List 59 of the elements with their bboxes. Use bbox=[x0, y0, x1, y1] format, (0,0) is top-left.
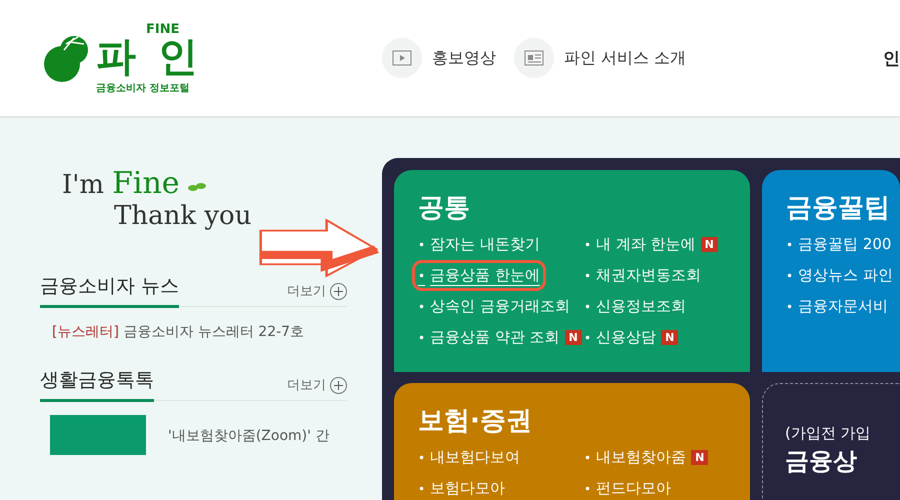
logo-tagline: 금융소비자 정보포털 bbox=[96, 82, 190, 94]
slogan-accent: Fine bbox=[112, 166, 180, 201]
new-badge: N bbox=[691, 450, 708, 465]
bullet-icon: • bbox=[786, 300, 794, 314]
card-title: 금융꿀팁 bbox=[786, 192, 891, 225]
document-icon bbox=[524, 50, 544, 66]
bullet-icon: • bbox=[786, 268, 794, 282]
service-link[interactable]: • 보험다모아 bbox=[418, 479, 506, 498]
plus-icon bbox=[334, 380, 343, 390]
new-badge: N bbox=[700, 237, 718, 252]
service-link[interactable]: • 신용정보조회 bbox=[584, 297, 686, 316]
service-link[interactable]: • 잠자는 내돈찾기 bbox=[418, 235, 540, 254]
bullet-icon: • bbox=[418, 238, 426, 252]
service-link[interactable]: • 영상뉴스 파인 bbox=[786, 266, 893, 285]
nav-link[interactable]: 인 bbox=[883, 46, 900, 70]
bullet-icon: • bbox=[584, 450, 592, 464]
service-link[interactable]: • 채권자변동조회 bbox=[584, 266, 702, 285]
section-title: 생활금융톡톡 bbox=[40, 367, 154, 402]
plus-icon bbox=[334, 286, 343, 296]
bullet-icon: • bbox=[786, 238, 794, 252]
nav-link[interactable]: 파인 서비스 소개 bbox=[514, 38, 686, 78]
service-link[interactable]: • 펀드다모아 bbox=[584, 479, 672, 498]
bullet-icon: • bbox=[584, 482, 592, 496]
logo-wordmark: 파 인 bbox=[96, 36, 202, 76]
service-link[interactable]: • 내보험다보여 bbox=[418, 448, 520, 467]
news-link[interactable]: [뉴스레터] 금융소비자 뉴스레터 22-7호 bbox=[40, 324, 304, 340]
new-badge: N bbox=[564, 330, 582, 345]
promo-title: 금융상 bbox=[785, 446, 858, 477]
service-link[interactable]: • 금융꿀팁 200 bbox=[786, 235, 892, 254]
section-title: 금융소비자 뉴스 bbox=[40, 273, 180, 308]
promo-subtitle: (가입전 가입 bbox=[785, 424, 872, 443]
bullet-icon: • bbox=[584, 300, 592, 314]
bullet-icon: • bbox=[418, 268, 426, 282]
service-link[interactable]: • 내 계좌 한눈에 N bbox=[584, 235, 718, 254]
more-link[interactable]: 더보기 bbox=[287, 282, 347, 306]
bullet-icon: • bbox=[584, 268, 592, 282]
card-title: 보험·증권 bbox=[418, 405, 533, 438]
card-title: 공통 bbox=[418, 192, 471, 225]
play-icon bbox=[392, 50, 412, 66]
bullet-icon: • bbox=[418, 330, 426, 344]
slogan-text: Thank you bbox=[114, 201, 252, 231]
logo-caption: FINE bbox=[146, 22, 180, 36]
service-link[interactable]: • 금융상품 약관 조회 N bbox=[418, 328, 582, 347]
nav-link[interactable]: 홍보영상 bbox=[382, 38, 496, 78]
new-badge: N bbox=[661, 330, 678, 345]
service-link[interactable]: • 금융상품 한눈에 bbox=[418, 266, 540, 285]
bullet-icon: • bbox=[418, 482, 426, 496]
leaf-icon bbox=[188, 181, 206, 193]
bullet-icon: • bbox=[418, 450, 426, 464]
service-link[interactable]: • 상속인 금융거래조회 bbox=[418, 297, 570, 316]
article-link[interactable]: '내보험찾아줌(Zoom)' 간 bbox=[168, 415, 330, 455]
bullet-icon: • bbox=[418, 300, 426, 314]
slogan-text: I'm bbox=[62, 170, 104, 200]
bullet-icon: • bbox=[584, 238, 592, 252]
bullet-icon: • bbox=[584, 330, 592, 344]
more-link[interactable]: 더보기 bbox=[287, 376, 347, 400]
service-link[interactable]: • 내보험찾아줌 N bbox=[584, 448, 708, 467]
service-link[interactable]: • 신용상담 N bbox=[584, 328, 678, 347]
service-link[interactable]: • 금융자문서비 bbox=[786, 297, 888, 316]
